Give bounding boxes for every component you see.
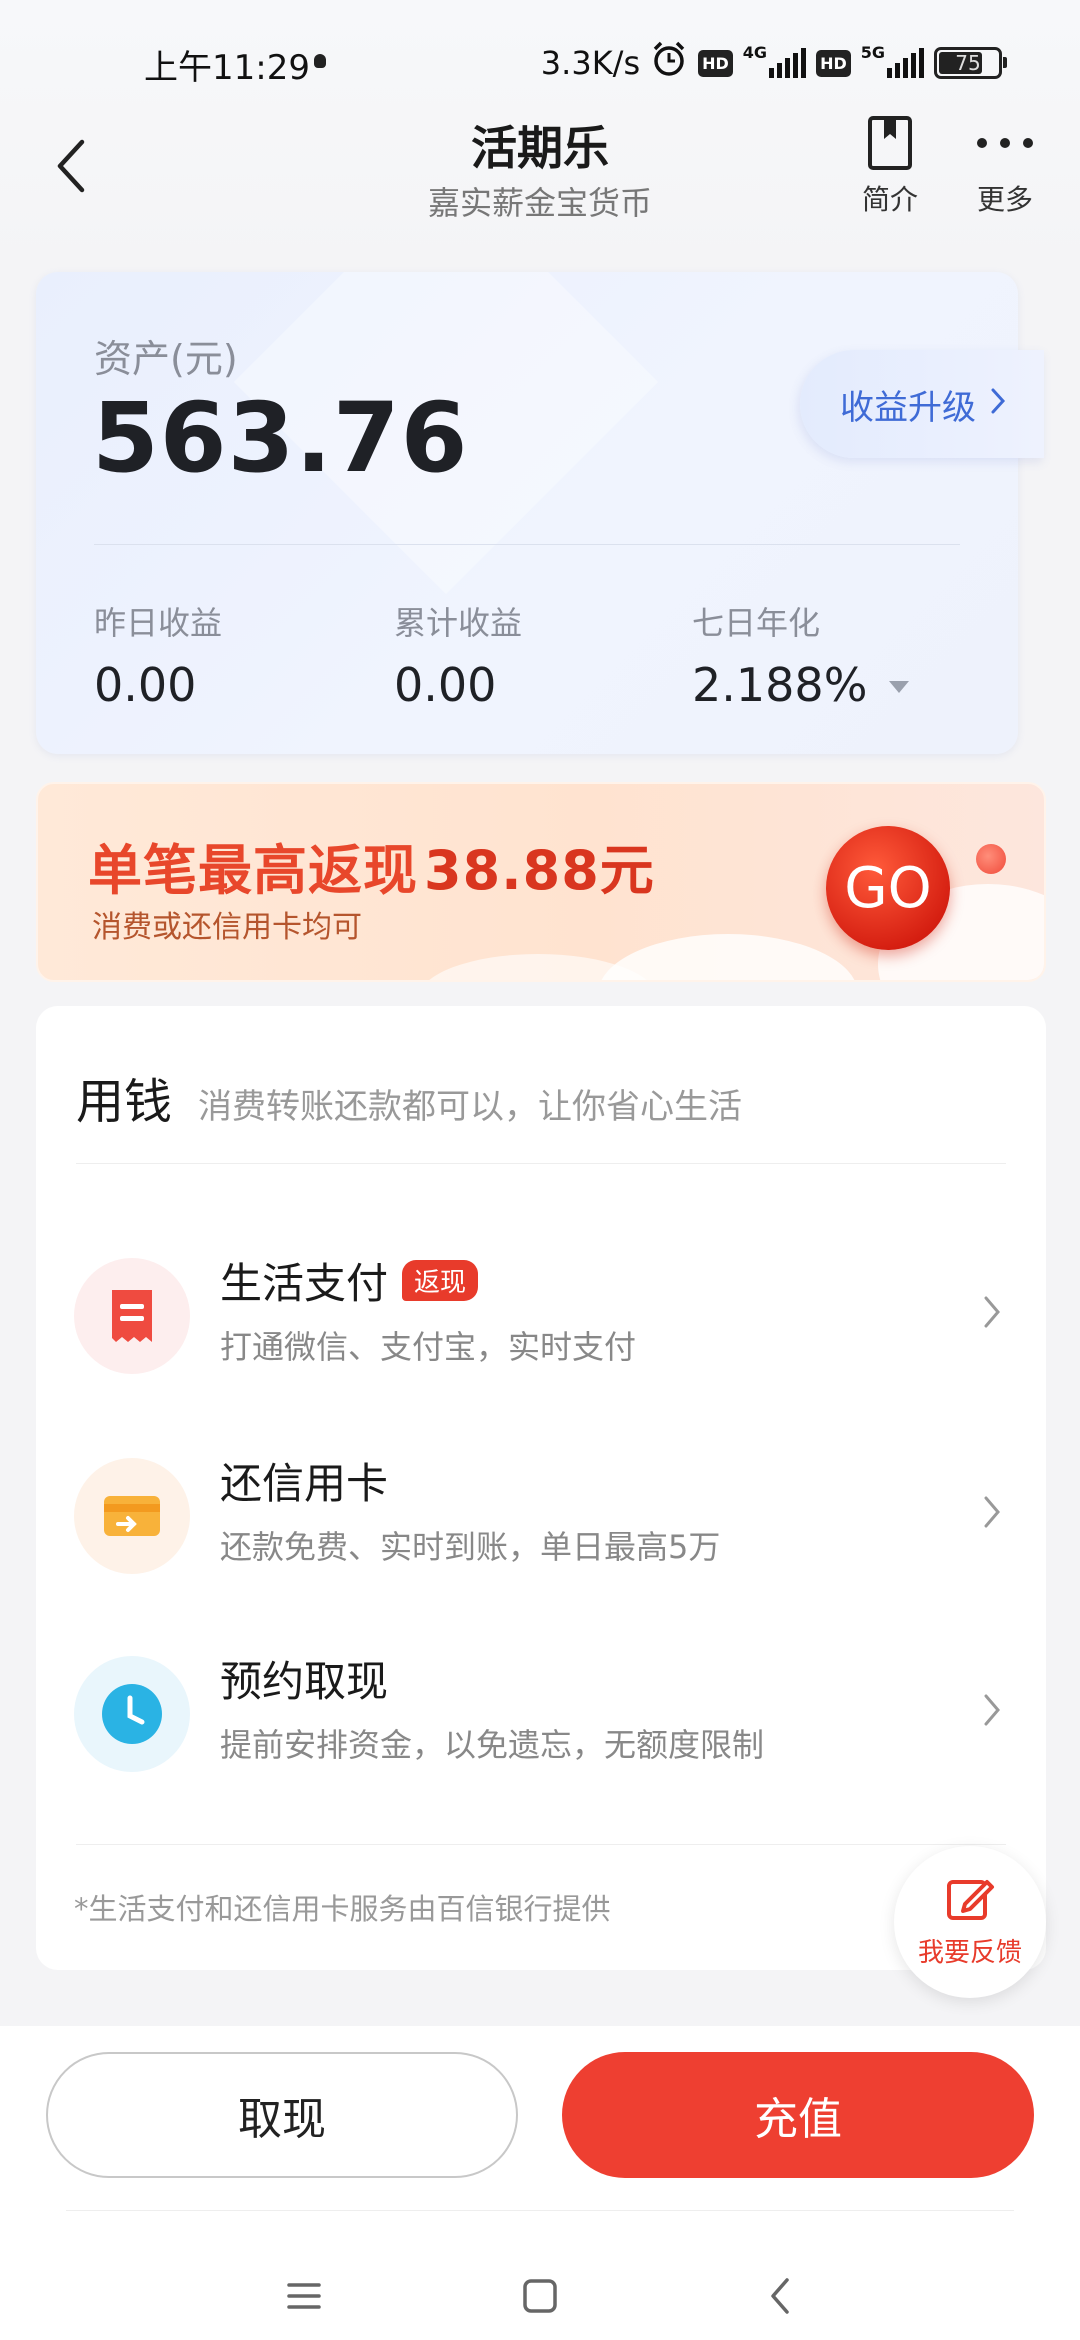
status-bar: 上午11:29 3.3K/s HD 4G HD 5G 75 — [0, 0, 1080, 120]
intro-button[interactable]: 简介 — [840, 108, 940, 218]
receipt-icon — [112, 1290, 152, 1342]
feedback-button[interactable]: 我要反馈 — [894, 1846, 1046, 1998]
stat-value: 0.00 — [94, 658, 197, 712]
item-desc: 还款免费、实时到账，单日最高5万 — [220, 1528, 721, 1566]
item-desc: 提前安排资金，以免遗忘，无额度限制 — [220, 1726, 765, 1764]
list-item-life-pay[interactable]: 生活支付 返现 打通微信、支付宝，实时支付 — [36, 1238, 1046, 1398]
top-bar: 活期乐 嘉实薪金宝货币 简介 更多 — [0, 108, 1080, 238]
status-right: 3.3K/s HD 4G HD 5G 75 — [540, 38, 1007, 88]
divider — [76, 1844, 1006, 1845]
feedback-label: 我要反馈 — [917, 1938, 1022, 1968]
back-nav-icon — [771, 2278, 789, 2314]
stat-yesterday: 昨日收益 0.00 — [94, 598, 222, 712]
back-nav-button[interactable] — [750, 2266, 810, 2326]
network-type-4g: 4G — [742, 42, 768, 62]
qq-notification-icon — [314, 54, 326, 68]
list-item-scheduled-withdraw[interactable]: 预约取现 提前安排资金，以免遗忘，无额度限制 — [36, 1636, 1046, 1796]
intro-label: 简介 — [861, 183, 918, 216]
asset-value: 563.76 — [92, 382, 469, 494]
chevron-right-icon — [990, 384, 1006, 424]
battery-level: 75 — [955, 51, 981, 75]
bottom-action-bar: 取现 充值 — [0, 2026, 1080, 2340]
upgrade-yield-button[interactable]: 收益升级 — [800, 350, 1044, 458]
menu-nav-button[interactable] — [274, 2266, 334, 2326]
alarm-icon — [650, 40, 688, 86]
item-name: 还信用卡 — [220, 1459, 389, 1508]
stat-label: 七日年化 — [692, 604, 821, 642]
signal-icon — [769, 48, 807, 78]
withdraw-button[interactable]: 取现 — [46, 2052, 518, 2178]
credit-card-icon — [104, 1496, 160, 1536]
asset-label: 资产(元) — [94, 337, 238, 381]
stat-value: 2.188% — [692, 658, 868, 712]
signal-icon-2 — [887, 48, 924, 78]
clock-icon-wrap — [74, 1656, 190, 1772]
cashback-banner[interactable]: 单笔最高返现 38.88元 消费或还信用卡均可 GO — [36, 782, 1046, 982]
promo-title: 单笔最高返现 38.88元 — [88, 839, 655, 902]
go-button[interactable]: GO — [826, 826, 950, 950]
item-name: 生活支付 — [220, 1259, 389, 1308]
system-nav-bar — [0, 2266, 1080, 2326]
divider — [66, 2210, 1014, 2211]
status-time: 上午11:29 — [144, 48, 310, 88]
caret-down-icon — [889, 681, 910, 693]
divider — [94, 544, 960, 545]
asset-card: 资产(元) 563.76 昨日收益 0.00 累计收益 0.00 七日年化 2.… — [36, 272, 1018, 754]
divider — [76, 1163, 1006, 1164]
menu-icon — [287, 2283, 321, 2309]
more-dots-icon — [955, 108, 1055, 178]
cashback-tag: 返现 — [402, 1260, 479, 1301]
promo-subtitle: 消费或还信用卡均可 — [92, 910, 362, 945]
list-item-repay-credit-card[interactable]: 还信用卡 还款免费、实时到账，单日最高5万 — [36, 1438, 1046, 1598]
use-money-header: 用钱 消费转账还款都可以，让你省心生活 — [76, 1062, 742, 1132]
decor-ball — [976, 844, 1006, 874]
stat-label: 昨日收益 — [94, 604, 223, 642]
stat-total: 累计收益 0.00 — [394, 598, 522, 712]
edit-icon — [894, 1872, 1046, 1926]
use-money-title: 用钱 — [76, 1074, 173, 1130]
network-type-5g: 5G — [860, 42, 885, 62]
item-desc: 打通微信、支付宝，实时支付 — [220, 1328, 637, 1366]
service-footnote: *生活支付和还信用卡服务由百信银行提供 — [74, 1892, 611, 1926]
stat-label: 累计收益 — [394, 604, 523, 642]
use-money-card: 用钱 消费转账还款都可以，让你省心生活 生活支付 返现 打通微信、支付宝，实时支… — [36, 1006, 1046, 1970]
upgrade-label: 收益升级 — [840, 387, 976, 428]
item-name: 预约取现 — [220, 1657, 389, 1706]
use-money-description: 消费转账还款都可以，让你省心生活 — [198, 1087, 743, 1127]
bookmark-icon — [840, 108, 940, 178]
chevron-right-icon — [982, 1294, 1002, 1334]
page: 上午11:29 3.3K/s HD 4G HD 5G 75 活期乐 嘉实薪金宝货… — [0, 0, 1080, 2340]
credit-card-icon-wrap — [74, 1458, 190, 1574]
more-label: 更多 — [976, 183, 1033, 216]
stat-value: 0.00 — [394, 658, 497, 712]
hd-badge: HD — [698, 49, 733, 77]
chevron-right-icon — [982, 1494, 1002, 1534]
battery-icon: 75 — [934, 47, 1007, 79]
chevron-right-icon — [982, 1692, 1002, 1732]
network-speed: 3.3K/s — [540, 44, 641, 82]
life-pay-icon-wrap — [74, 1258, 190, 1374]
hd-badge-2: HD — [816, 49, 851, 77]
home-square-icon — [523, 2279, 557, 2313]
clock-icon — [102, 1684, 162, 1744]
stat-seven-day-yield[interactable]: 七日年化 2.188% — [692, 598, 910, 712]
home-nav-button[interactable] — [510, 2266, 570, 2326]
more-button[interactable]: 更多 — [955, 108, 1055, 218]
recharge-button[interactable]: 充值 — [562, 2052, 1034, 2178]
